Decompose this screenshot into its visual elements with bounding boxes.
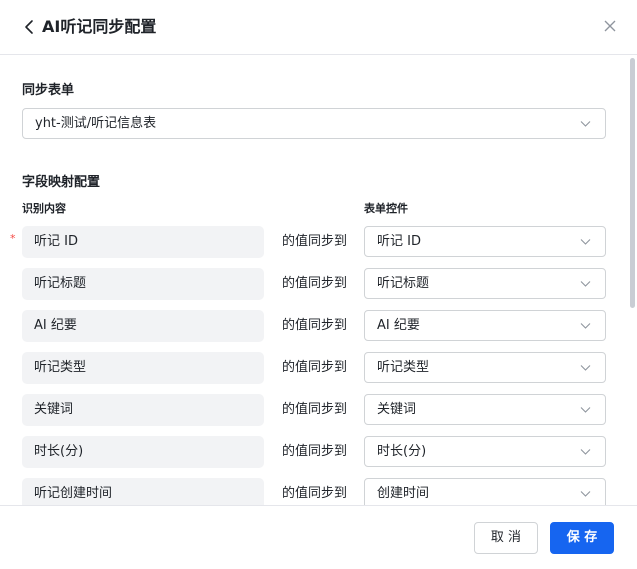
scrollbar-thumb[interactable] <box>630 58 635 308</box>
mapping-row: 关键词 的值同步到 关键词 <box>0 394 637 426</box>
chevron-left-icon[interactable] <box>22 17 36 37</box>
source-field: AI 纪要 <box>22 310 264 342</box>
target-control-select[interactable]: 听记 ID <box>364 226 606 257</box>
source-field-label: 听记标题 <box>34 276 87 291</box>
chevron-down-icon <box>580 449 591 455</box>
scrollbar[interactable] <box>628 56 637 505</box>
mapping-row: 听记类型 的值同步到 听记类型 <box>0 352 637 384</box>
mapping-row: * 听记 ID 的值同步到 听记 ID <box>0 226 637 258</box>
target-control-select[interactable]: 听记类型 <box>364 352 606 383</box>
source-field-label: 关键词 <box>34 402 74 417</box>
chevron-down-icon <box>580 365 591 371</box>
source-field-label: 听记类型 <box>34 360 87 375</box>
source-field-label: AI 纪要 <box>34 318 77 333</box>
source-field: 听记创建时间 <box>22 478 264 505</box>
source-field: 听记标题 <box>22 268 264 300</box>
target-control-select[interactable]: 听记标题 <box>364 268 606 299</box>
sync-to-text: 的值同步到 <box>282 318 348 333</box>
save-button[interactable]: 保 存 <box>550 522 614 554</box>
target-control-value: 时长(分) <box>377 444 427 459</box>
chevron-down-icon <box>580 121 591 127</box>
sync-to-text: 的值同步到 <box>282 444 348 459</box>
target-control-value: 创建时间 <box>377 486 430 501</box>
mapping-row: 听记创建时间 的值同步到 创建时间 <box>0 478 637 505</box>
target-control-value: 关键词 <box>377 402 417 417</box>
source-field: 听记类型 <box>22 352 264 384</box>
source-field: 听记 ID <box>22 226 264 258</box>
dialog-title: AI听记同步配置 <box>42 17 157 36</box>
chevron-down-icon <box>580 239 591 245</box>
cancel-button[interactable]: 取 消 <box>474 522 538 554</box>
target-control-select[interactable]: 关键词 <box>364 394 606 425</box>
sync-form-value: yht-测试/听记信息表 <box>35 116 157 131</box>
chevron-down-icon <box>580 281 591 287</box>
target-control-value: 听记 ID <box>377 234 421 249</box>
chevron-down-icon <box>580 407 591 413</box>
source-field-label: 听记创建时间 <box>34 486 113 501</box>
mapping-row: 时长(分) 的值同步到 时长(分) <box>0 436 637 468</box>
target-control-value: AI 纪要 <box>377 318 420 333</box>
chevron-down-icon <box>580 491 591 497</box>
close-icon[interactable] <box>602 18 618 34</box>
sync-to-text: 的值同步到 <box>282 486 348 501</box>
target-control-value: 听记标题 <box>377 276 430 291</box>
sync-to-text: 的值同步到 <box>282 360 348 375</box>
sync-to-text: 的值同步到 <box>282 402 348 417</box>
target-control-select[interactable]: 创建时间 <box>364 478 606 505</box>
column-header-target: 表单控件 <box>364 202 408 215</box>
dialog-body: 同步表单 yht-测试/听记信息表 字段映射配置 识别内容 表单控件 * 听记 I… <box>0 56 637 505</box>
sync-to-text: 的值同步到 <box>282 234 348 249</box>
target-control-value: 听记类型 <box>377 360 430 375</box>
sync-form-select[interactable]: yht-测试/听记信息表 <box>22 108 606 139</box>
source-field-label: 听记 ID <box>34 234 78 249</box>
chevron-down-icon <box>580 323 591 329</box>
source-field: 关键词 <box>22 394 264 426</box>
required-mark: * <box>10 232 16 245</box>
target-control-select[interactable]: 时长(分) <box>364 436 606 467</box>
mapping-row: 听记标题 的值同步到 听记标题 <box>0 268 637 300</box>
column-header-source: 识别内容 <box>22 202 66 215</box>
field-mapping-label: 字段映射配置 <box>22 175 101 190</box>
target-control-select[interactable]: AI 纪要 <box>364 310 606 341</box>
source-field-label: 时长(分) <box>34 444 84 459</box>
source-field: 时长(分) <box>22 436 264 468</box>
sync-form-label: 同步表单 <box>22 83 75 98</box>
dialog-footer: 取 消 保 存 <box>0 505 637 569</box>
dialog-header: AI听记同步配置 <box>0 0 637 55</box>
mapping-row: AI 纪要 的值同步到 AI 纪要 <box>0 310 637 342</box>
sync-to-text: 的值同步到 <box>282 276 348 291</box>
